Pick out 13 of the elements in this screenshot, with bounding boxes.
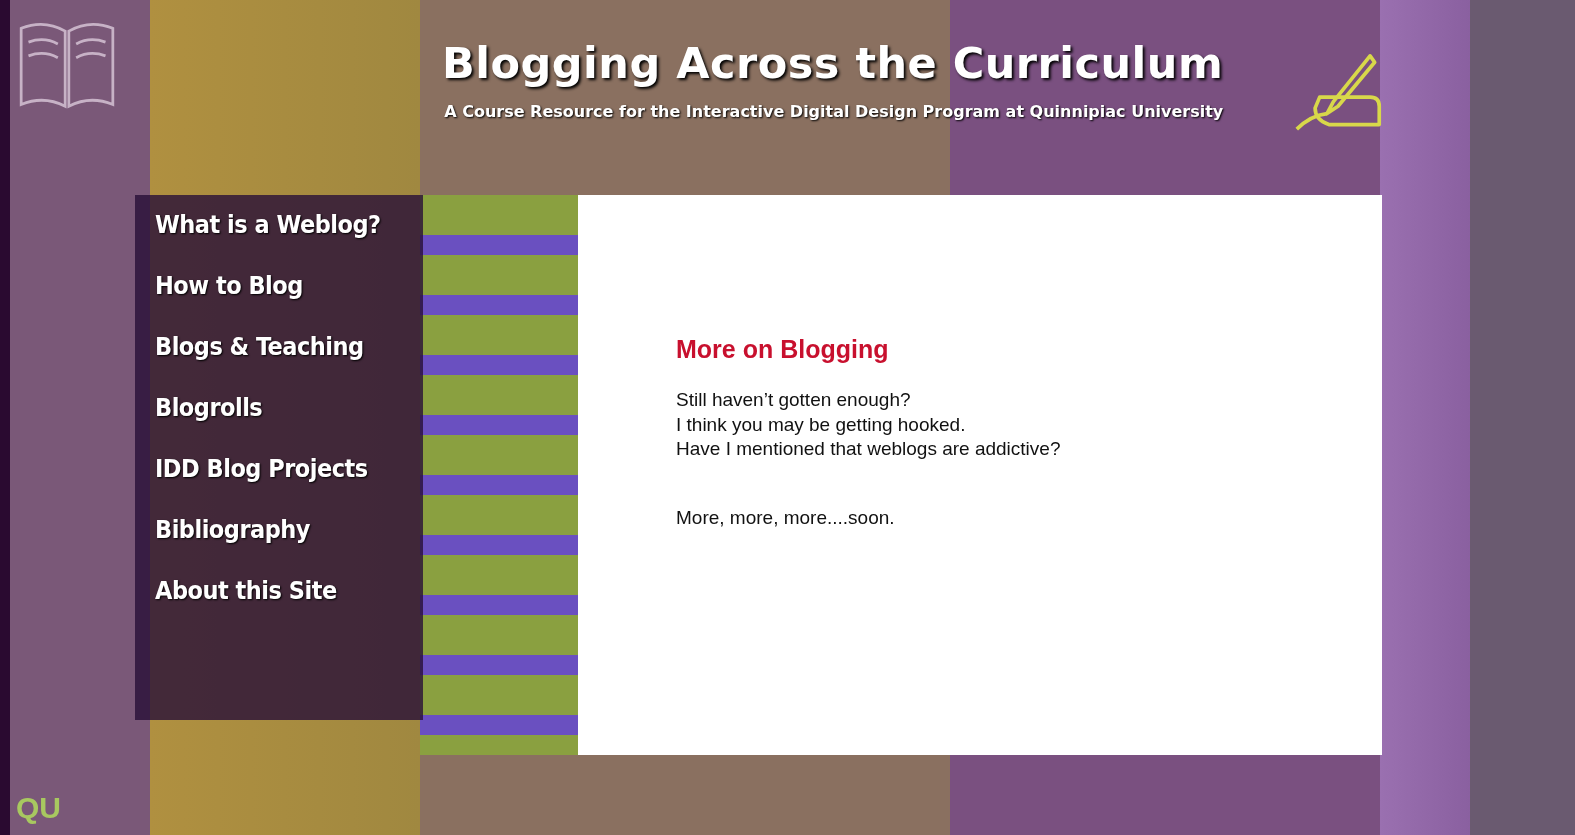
site-title: Blogging Across the Curriculum [442,38,1224,88]
nav-link[interactable]: How to Blog [155,264,423,325]
site-subtitle: A Course Resource for the Interactive Digital Design Program at Quinnipiac University [443,102,1224,121]
qu-logo: QU [16,791,61,825]
paragraph: Still haven’t gotten enough? I think you may be getting hooked. Have I mentioned that weblogs are addictive? [676,388,1062,462]
nav-link[interactable]: Blogrolls [155,386,423,447]
paragraph: More, more, more....soon. [676,506,896,531]
nav-link[interactable]: About this Site [155,569,423,630]
content-heading: More on Blogging [676,335,890,364]
nav-link[interactable]: What is a Weblog? [155,203,423,264]
nav-link[interactable]: IDD Blog Projects [155,447,423,508]
nav-link[interactable]: Bibliography [155,508,423,569]
nav-link[interactable]: Blogs & Teaching [155,325,423,386]
